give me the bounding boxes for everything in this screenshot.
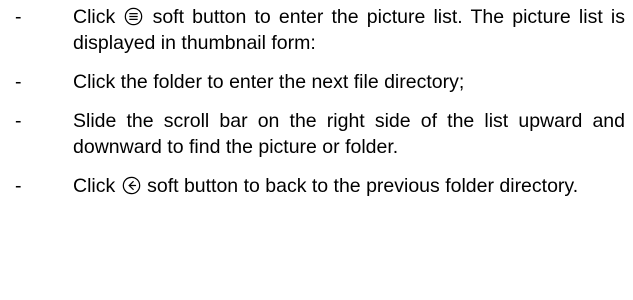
list-item-text: Click soft button to enter the picture l…: [73, 4, 625, 56]
bullet-marker: -: [15, 175, 22, 197]
list-circle-icon: [124, 7, 143, 26]
bullet-marker: -: [15, 71, 22, 93]
bullet-marker: -: [15, 6, 22, 28]
list-item-text: Click the folder to enter the next file …: [73, 71, 465, 93]
list-item: - Click the folder to enter the next fil…: [0, 69, 633, 95]
list-item: - Slide the scroll bar on the right side…: [0, 108, 633, 160]
text-before-icon: Click: [73, 175, 116, 197]
list-item-text: Click soft button to back to the previou…: [73, 173, 625, 199]
text-after-icon: soft button to enter the picture list. T…: [73, 6, 625, 54]
back-arrow-circle-icon: [122, 176, 141, 195]
list-item: - Click soft button to enter the picture…: [0, 4, 633, 56]
text-before-icon: Click: [73, 6, 116, 28]
list-item-text: Slide the scroll bar on the right side o…: [73, 110, 625, 158]
bullet-marker: -: [15, 110, 22, 132]
text-after-icon: soft button to back to the previous fold…: [147, 175, 579, 197]
list-item: - Click soft button to back to the previ…: [0, 173, 633, 199]
instruction-list: - Click soft button to enter the picture…: [0, 4, 633, 212]
